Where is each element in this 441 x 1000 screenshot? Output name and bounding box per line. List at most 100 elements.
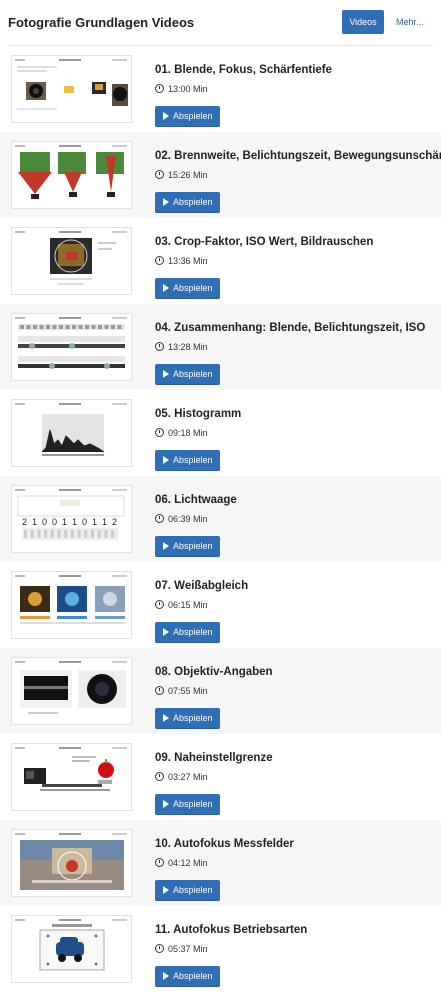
video-title[interactable]: 10. Autofokus Messfelder — [155, 838, 294, 850]
play-button[interactable]: Abspielen — [155, 536, 220, 557]
clock-icon — [155, 858, 164, 867]
play-button[interactable]: Abspielen — [155, 708, 220, 729]
video-title[interactable]: 03. Crop-Faktor, ISO Wert, Bildrauschen — [155, 236, 373, 248]
play-button[interactable]: Abspielen — [155, 880, 220, 901]
video-row: 07. Weißabgleich 06:15 Min Abspielen — [0, 562, 441, 648]
play-icon — [163, 370, 169, 378]
light-meter-thumbnail[interactable]: 2100110112 — [11, 485, 132, 553]
clock-icon — [155, 342, 164, 351]
video-duration: 09:18 Min — [155, 427, 208, 438]
play-icon — [163, 628, 169, 636]
video-row: 09. Naheinstellgrenze 03:27 Min Abspielen — [0, 734, 441, 820]
page: Fotografie Grundlagen Videos Videos Mehr… — [0, 0, 441, 1000]
duration-text: 03:27 Min — [168, 772, 208, 782]
svg-text:0: 0 — [42, 517, 47, 527]
af-modes-thumbnail[interactable] — [11, 915, 132, 983]
clock-icon — [155, 772, 164, 781]
more-link[interactable]: Mehr... — [396, 17, 424, 27]
clock-icon — [155, 256, 164, 265]
duration-text: 09:18 Min — [168, 428, 208, 438]
play-label: Abspielen — [173, 627, 213, 637]
video-title[interactable]: 05. Histogramm — [155, 408, 241, 420]
svg-text:1: 1 — [92, 517, 97, 527]
video-row: 04. Zusammenhang: Blende, Belichtungszei… — [0, 304, 441, 390]
play-icon — [163, 456, 169, 464]
af-points-thumbnail[interactable] — [11, 829, 132, 897]
video-title[interactable]: 04. Zusammenhang: Blende, Belichtungszei… — [155, 322, 425, 334]
video-duration: 04:12 Min — [155, 857, 208, 868]
video-title[interactable]: 06. Lichtwaage — [155, 494, 237, 506]
video-row: 01. Blende, Fokus, Schärfentiefe 13:00 Mi… — [0, 46, 441, 132]
play-icon — [163, 800, 169, 808]
svg-text:1: 1 — [102, 517, 107, 527]
lens-markings-thumbnail[interactable] — [11, 657, 132, 725]
video-duration: 13:28 Min — [155, 341, 208, 352]
video-row: 03. Crop-Faktor, ISO Wert, Bildrauschen 1… — [0, 218, 441, 304]
duration-text: 06:39 Min — [168, 514, 208, 524]
clock-icon — [155, 84, 164, 93]
clock-icon — [155, 428, 164, 437]
play-label: Abspielen — [173, 799, 213, 809]
focal-length-cones-thumbnail[interactable] — [11, 141, 132, 209]
duration-text: 13:36 Min — [168, 256, 208, 266]
videos-button[interactable]: Videos — [342, 10, 384, 34]
play-label: Abspielen — [173, 885, 213, 895]
play-icon — [163, 284, 169, 292]
play-label: Abspielen — [173, 541, 213, 551]
duration-text: 05:37 Min — [168, 944, 208, 954]
video-duration: 15:26 Min — [155, 169, 208, 180]
video-duration: 07:55 Min — [155, 685, 208, 696]
play-icon — [163, 972, 169, 980]
video-row: 10. Autofokus Messfelder 04:12 Min Abspiel… — [0, 820, 441, 906]
close-focus-thumbnail[interactable] — [11, 743, 132, 811]
svg-text:1: 1 — [62, 517, 67, 527]
svg-text:2: 2 — [112, 517, 117, 527]
play-button[interactable]: Abspielen — [155, 278, 220, 299]
video-title[interactable]: 02. Brennweite, Belichtungszeit, Bewegun… — [155, 150, 441, 162]
clock-icon — [155, 944, 164, 953]
video-duration: 13:36 Min — [155, 255, 208, 266]
video-title[interactable]: 01. Blende, Fokus, Schärfentiefe — [155, 64, 332, 76]
play-button[interactable]: Abspielen — [155, 106, 220, 127]
video-title[interactable]: 09. Naheinstellgrenze — [155, 752, 273, 764]
page-header: Fotografie Grundlagen Videos Videos Mehr… — [0, 0, 441, 46]
duration-text: 15:26 Min — [168, 170, 208, 180]
video-duration: 06:15 Min — [155, 599, 208, 610]
crop-factor-thumbnail[interactable] — [11, 227, 132, 295]
duration-text: 06:15 Min — [168, 600, 208, 610]
video-title[interactable]: 11. Autofokus Betriebsarten — [155, 924, 307, 936]
page-title: Fotografie Grundlagen Videos — [8, 15, 195, 30]
play-button[interactable]: Abspielen — [155, 966, 220, 987]
clock-icon — [155, 686, 164, 695]
svg-text:2: 2 — [22, 517, 27, 527]
clock-icon — [155, 600, 164, 609]
video-row: 05. Histogramm 09:18 Min Abspielen — [0, 390, 441, 476]
play-icon — [163, 542, 169, 550]
video-title[interactable]: 08. Objektiv-Angaben — [155, 666, 273, 678]
play-button[interactable]: Abspielen — [155, 192, 220, 213]
lens-photo-thumbnail[interactable] — [11, 55, 132, 123]
play-button[interactable]: Abspielen — [155, 364, 220, 385]
video-row: 2 1 0 0 1 1 0 1 1 2 06. Lichtwaage 06:39 Min Abspiel… — [0, 476, 441, 562]
play-button[interactable]: Abspielen — [155, 622, 220, 643]
play-icon — [163, 886, 169, 894]
play-label: Abspielen — [173, 713, 213, 723]
svg-text:1: 1 — [72, 517, 77, 527]
play-button[interactable]: Abspielen — [155, 794, 220, 815]
video-list: 01. Blende, Fokus, Schärfentiefe 13:00 Mi… — [0, 46, 441, 992]
white-balance-thumbnail[interactable] — [11, 571, 132, 639]
exposure-scale-thumbnail[interactable] — [11, 313, 132, 381]
video-duration: 03:27 Min — [155, 771, 208, 782]
video-duration: 06:39 Min — [155, 513, 208, 524]
duration-text: 13:28 Min — [168, 342, 208, 352]
video-row: 11. Autofokus Betriebsarten 05:37 Min Absp… — [0, 906, 441, 992]
play-button[interactable]: Abspielen — [155, 450, 220, 471]
clock-icon — [155, 514, 164, 523]
video-title[interactable]: 07. Weißabgleich — [155, 580, 248, 592]
histogram-thumbnail[interactable] — [11, 399, 132, 467]
clock-icon — [155, 170, 164, 179]
svg-text:1: 1 — [32, 517, 37, 527]
duration-text: 13:00 Min — [168, 84, 208, 94]
play-label: Abspielen — [173, 111, 213, 121]
video-duration: 05:37 Min — [155, 943, 208, 954]
